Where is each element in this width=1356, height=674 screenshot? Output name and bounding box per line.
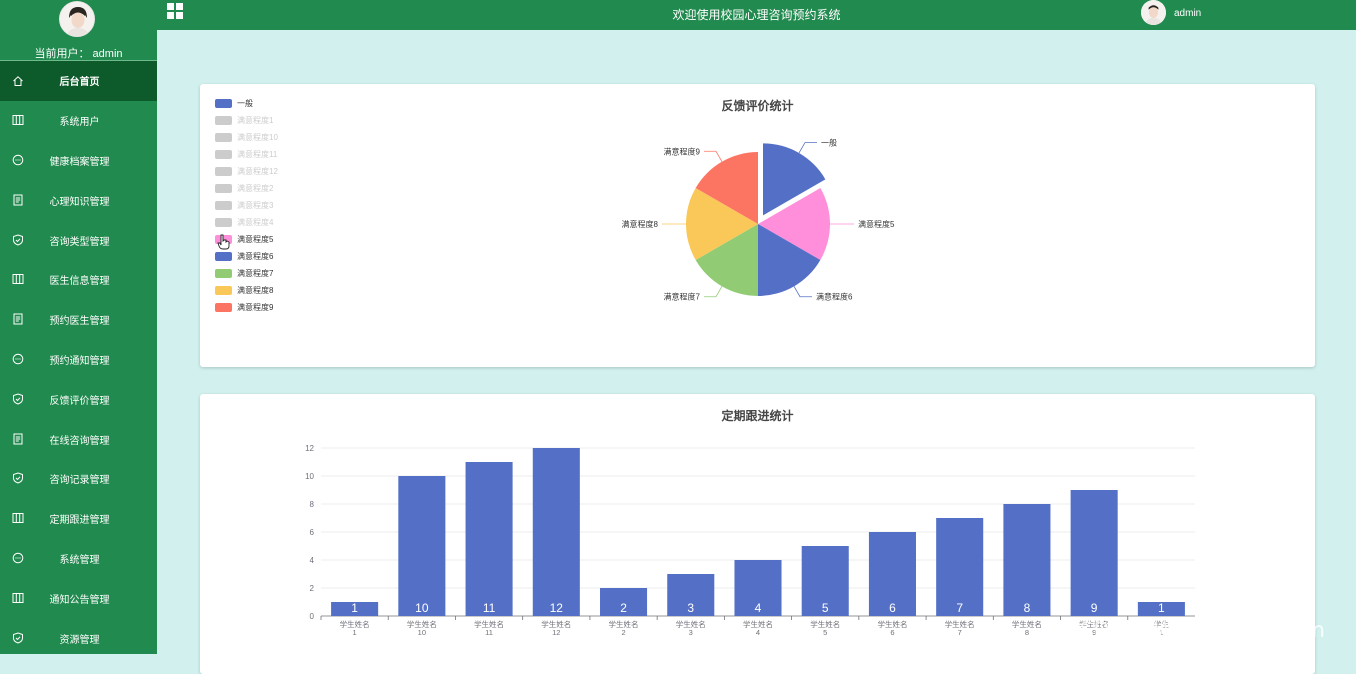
- shield-icon: [11, 631, 24, 644]
- bar-data-label: 4: [755, 601, 762, 615]
- sidebar-item-4[interactable]: 咨询类型管理: [0, 220, 157, 260]
- document-icon: [11, 432, 24, 445]
- sidebar-user-panel: 当前用户： admin: [0, 0, 157, 61]
- sidebar-item-3[interactable]: 心理知识管理: [0, 180, 157, 220]
- x-tick-label: 10: [418, 628, 426, 637]
- y-tick-label: 0: [310, 612, 315, 621]
- pie-label-line: [704, 286, 723, 298]
- cursor-hand-icon: [217, 234, 231, 255]
- bar-data-label: 11: [483, 601, 496, 615]
- columns-icon: [11, 512, 24, 525]
- sidebar-menu: 后台首页 系统用户 健康档案管理 心理知识管理 咨询类型管理 医生信息管理 预约医生管理 预约…: [0, 61, 157, 658]
- top-bar: 欢迎使用校园心理咨询预约系统 admin: [157, 0, 1356, 30]
- sidebar-item-7[interactable]: 预约通知管理: [0, 340, 157, 380]
- pie-chart: 一般满意程度5 满意程度6 满意程度7 满意程度8 满意程度9: [622, 138, 895, 302]
- bar-data-label: 9: [1091, 601, 1098, 615]
- x-tick-label: 5: [823, 628, 827, 637]
- x-tick-label: 1: [353, 628, 357, 637]
- current-user-label: 当前用户：: [34, 48, 90, 60]
- x-tick-label: 6: [890, 628, 894, 637]
- bar-data-label: 1: [1158, 601, 1165, 615]
- home-icon: [11, 74, 24, 87]
- chat-icon: [11, 552, 24, 565]
- sidebar-item-2[interactable]: 健康档案管理: [0, 141, 157, 181]
- current-user-text: 当前用户： admin: [0, 45, 157, 61]
- pie-slice-label: 满意程度5: [858, 219, 895, 229]
- x-tick-label: 4: [756, 628, 760, 637]
- bar-data-label: 7: [956, 601, 963, 615]
- bar[interactable]: [1003, 504, 1051, 616]
- bar-data-label: 6: [889, 601, 896, 615]
- x-tick-label: 7: [958, 628, 962, 637]
- feedback-chart-card: 反馈评价统计 一般 满意程度1 满意程度10 满意程度11 满意程度12 满意程度2 满意程…: [200, 84, 1315, 367]
- chat-icon: [11, 154, 24, 167]
- sidebar-item-1[interactable]: 系统用户: [0, 101, 157, 141]
- y-tick-label: 6: [310, 528, 315, 537]
- bar-data-label: 12: [550, 601, 564, 615]
- x-tick-label: 8: [1025, 628, 1029, 637]
- watermark: CSDN @Wx-Biye_Design: [1065, 618, 1326, 642]
- user-avatar[interactable]: [59, 1, 95, 37]
- header-username[interactable]: admin: [1174, 8, 1201, 19]
- bar-data-label: 5: [822, 601, 829, 615]
- sidebar-item-8[interactable]: 反馈评价管理: [0, 379, 157, 419]
- sidebar-item-5[interactable]: 医生信息管理: [0, 260, 157, 300]
- x-tick-label: 12: [552, 628, 560, 637]
- shield-icon: [11, 472, 24, 485]
- bar-data-label: 8: [1024, 601, 1031, 615]
- sidebar-item-0[interactable]: 后台首页: [0, 61, 157, 101]
- sidebar-item-9[interactable]: 在线咨询管理: [0, 419, 157, 459]
- x-tick-label: 3: [689, 628, 693, 637]
- sidebar-item-14[interactable]: 资源管理: [0, 618, 157, 658]
- bar[interactable]: [532, 448, 580, 616]
- bar-data-label: 1: [351, 601, 358, 615]
- document-icon: [11, 313, 24, 326]
- sidebar: 当前用户： admin 后台首页 系统用户 健康档案管理 心理知识管理 咨询类型管理 医生…: [0, 0, 157, 654]
- bar[interactable]: [398, 476, 446, 616]
- shield-icon: [11, 392, 24, 405]
- sidebar-item-12[interactable]: 系统管理: [0, 539, 157, 579]
- header-avatar[interactable]: [1141, 0, 1166, 25]
- sidebar-item-6[interactable]: 预约医生管理: [0, 300, 157, 340]
- bar[interactable]: [1070, 490, 1118, 616]
- chat-icon: [11, 353, 24, 366]
- y-tick-label: 10: [305, 472, 314, 481]
- x-tick-label: 2: [621, 628, 625, 637]
- y-tick-label: 8: [310, 500, 315, 509]
- sidebar-item-10[interactable]: 咨询记录管理: [0, 459, 157, 499]
- pie-slice-label: 一般: [821, 138, 837, 148]
- bar[interactable]: [465, 462, 513, 616]
- pie-slice-label: 满意程度7: [664, 292, 701, 302]
- pie-slice-label: 满意程度6: [816, 292, 853, 302]
- bar-data-label: 10: [415, 601, 429, 615]
- current-user-name: admin: [92, 48, 123, 60]
- shield-icon: [11, 233, 24, 246]
- y-tick-label: 2: [310, 584, 315, 593]
- columns-icon: [11, 114, 24, 127]
- document-icon: [11, 193, 24, 206]
- y-tick-label: 4: [310, 556, 315, 565]
- sidebar-item-13[interactable]: 通知公告管理: [0, 578, 157, 618]
- pie-label-line: [798, 142, 817, 154]
- bar-data-label: 3: [687, 601, 694, 615]
- y-tick-label: 12: [305, 444, 314, 453]
- x-tick-label: 11: [485, 628, 493, 637]
- columns-icon: [11, 273, 24, 286]
- pie-slice-label: 满意程度9: [664, 146, 701, 156]
- pie-slice-label: 满意程度8: [622, 219, 659, 229]
- columns-icon: [11, 591, 24, 604]
- bar-data-label: 2: [620, 601, 627, 615]
- sidebar-item-11[interactable]: 定期跟进管理: [0, 499, 157, 539]
- pie-label-line: [704, 150, 723, 162]
- pie-label-line: [793, 286, 812, 298]
